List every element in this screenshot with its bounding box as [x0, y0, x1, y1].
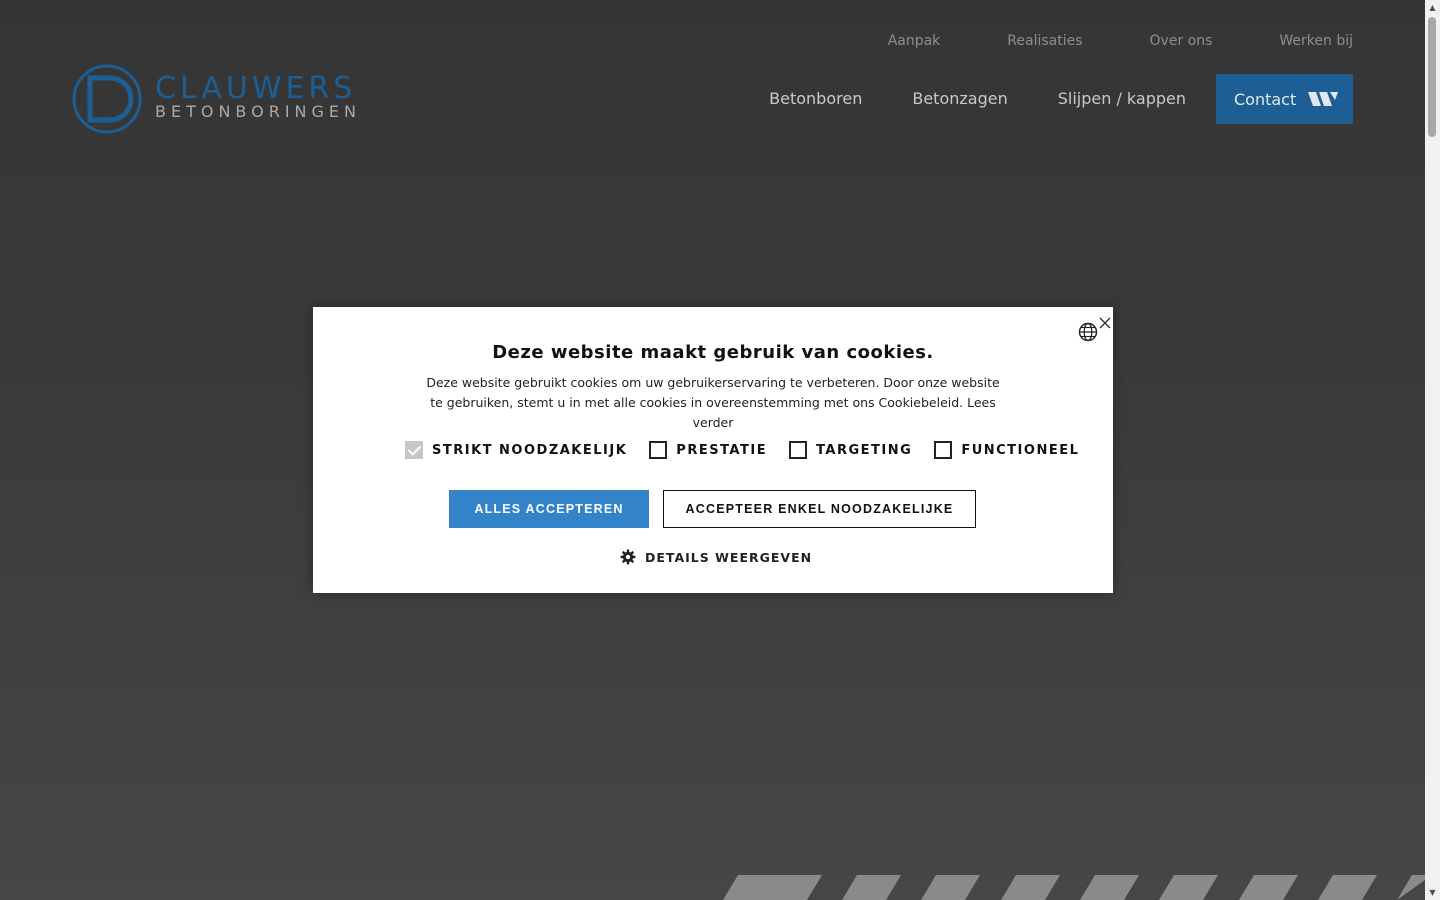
checkbox-label[interactable]: FUNCTIONEEL [961, 443, 1079, 458]
accept-all-button[interactable]: ALLES ACCEPTEREN [449, 490, 649, 528]
cookie-consent-dialog: Deze website maakt gebruik van cookies. … [313, 307, 1113, 593]
scroll-down-arrow-icon[interactable]: ▼ [1425, 885, 1440, 900]
details-label[interactable]: DETAILS WEERGEVEN [645, 550, 812, 565]
nav-betonzagen[interactable]: Betonzagen [912, 74, 1007, 124]
top-nav-realisaties[interactable]: Realisaties [1007, 31, 1082, 51]
logo-d-emblem-icon [72, 64, 142, 134]
language-globe-icon[interactable] [1078, 322, 1098, 342]
checkbox-label[interactable]: PRESTATIE [676, 443, 767, 458]
show-details-link[interactable]: DETAILS WEERGEVEN [620, 549, 812, 565]
cookie-description: Deze website gebruikt cookies om uw gebr… [426, 375, 1000, 430]
gear-icon [620, 549, 636, 565]
close-icon[interactable] [1097, 315, 1113, 331]
checkbox-targeting[interactable]: TARGETING [789, 441, 912, 459]
nav-slijpen-kappen[interactable]: Slijpen / kappen [1058, 74, 1186, 124]
cookie-category-checkboxes: STRIKT NOODZAKELIJK PRESTATIE TARGETING … [405, 441, 1101, 459]
top-nav-over-ons[interactable]: Over ons [1150, 31, 1213, 51]
checkbox-performance[interactable]: PRESTATIE [649, 441, 767, 459]
vertical-scrollbar[interactable]: ▲ ▼ [1425, 0, 1440, 900]
checkbox-functional[interactable]: FUNCTIONEEL [934, 441, 1079, 459]
main-navigation: Betonboren Betonzagen Slijpen / kappen C… [769, 74, 1353, 124]
logo-tagline: BETONBORINGEN [155, 102, 361, 121]
cookie-title: Deze website maakt gebruik van cookies. [492, 342, 934, 363]
accept-necessary-button[interactable]: ACCEPTEER ENKEL NOODZAKELIJKE [663, 490, 976, 528]
contact-label: Contact [1234, 89, 1297, 109]
logo-wordmark: CLAUWERS [155, 71, 357, 106]
top-navigation: Aanpak Realisaties Over ons Werken bij [821, 31, 1353, 51]
contact-button[interactable]: Contact [1216, 74, 1353, 124]
checkbox-label[interactable]: TARGETING [816, 443, 912, 458]
checkbox-performance-box[interactable] [649, 441, 668, 459]
brand-w-icon [1308, 92, 1339, 106]
scrollbar-thumb[interactable] [1428, 17, 1436, 137]
checkbox-functional-box[interactable] [934, 441, 953, 459]
decorative-stripes [723, 875, 1425, 900]
checkbox-strict-necessary-box [405, 441, 423, 459]
scroll-up-arrow-icon[interactable]: ▲ [1425, 0, 1440, 15]
checkbox-label: STRIKT NOODZAKELIJK [432, 442, 628, 458]
top-nav-werken-bij[interactable]: Werken bij [1279, 31, 1353, 51]
nav-betonboren[interactable]: Betonboren [769, 74, 862, 124]
checkbox-targeting-box[interactable] [789, 441, 808, 459]
checkbox-strict-necessary: STRIKT NOODZAKELIJK [405, 441, 627, 459]
top-nav-aanpak[interactable]: Aanpak [888, 31, 941, 51]
site-logo[interactable]: CLAUWERS BETONBORINGEN [72, 64, 372, 134]
